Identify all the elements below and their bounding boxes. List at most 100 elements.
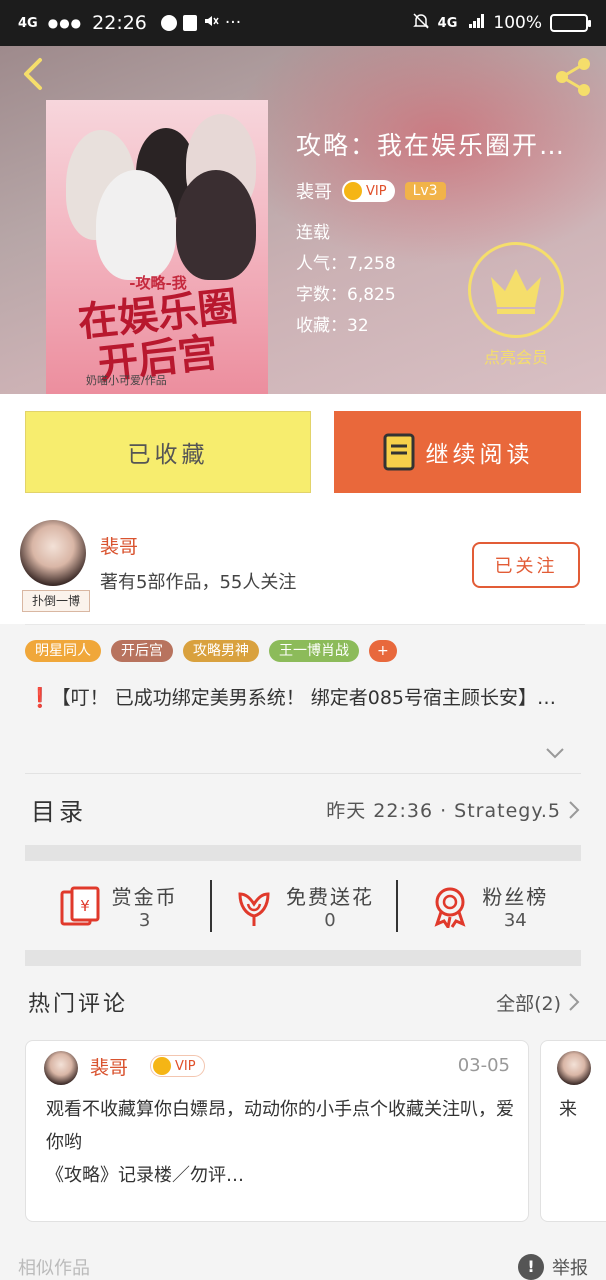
divider (25, 624, 585, 625)
catalog-title: 目录 (31, 798, 87, 826)
reward-coins-label: 赏金币 (111, 885, 178, 909)
favorites-row: 收藏：32 (296, 311, 396, 342)
comment-card[interactable]: 裴哥 VIP 03-05 观看不收藏算你白嫖昂，动动你的小手点个收藏关注叭，爱你… (25, 1040, 529, 1222)
book-summary[interactable]: ❗【叮！ 已成功绑定美男系统！ 绑定者085号宿主顾长安】… (28, 684, 584, 712)
exclamation-circle-icon: ! (518, 1254, 544, 1280)
signal-label: 4G (18, 15, 38, 31)
back-button[interactable] (14, 54, 54, 94)
level-badge: Lv3 (404, 182, 446, 200)
comment-date: 03-05 (457, 1055, 510, 1076)
app-notification-icon (160, 15, 177, 31)
section-separator (25, 845, 581, 861)
action-bar: 已收藏 继续阅读 (0, 394, 606, 512)
red-envelope-icon: ¥ (60, 886, 100, 926)
cover-title-art: -攻略-我 在娱乐圈 开后宫 (58, 272, 258, 388)
similar-works-title: 相似作品 (18, 1258, 90, 1279)
mute-icon (203, 13, 219, 34)
catalog-update: 昨天 22:36 · Strategy.5 (326, 800, 561, 822)
expand-summary-button[interactable] (544, 742, 566, 764)
svg-text:¥: ¥ (80, 897, 90, 915)
book-author-name[interactable]: 裴哥 (296, 178, 332, 204)
comment-text: 来 (559, 1099, 577, 1120)
stats-row: ¥ 赏金币 3 免费送花 0 粉丝榜 34 (25, 862, 581, 950)
continue-reading-label: 继续阅读 (425, 442, 534, 468)
share-button[interactable] (550, 54, 596, 100)
vip-promo-label: 点亮会员 (483, 348, 548, 367)
bottom-row: 相似作品 ! 举报 (18, 1254, 588, 1280)
signal-label-right: 4G (437, 15, 458, 31)
author-name[interactable]: 裴哥 (100, 532, 138, 559)
signal-dots-icon: ●●● (47, 16, 83, 30)
chevron-left-icon (24, 58, 42, 90)
fan-ranking-stat[interactable]: 粉丝榜 34 (395, 862, 581, 950)
tag-2[interactable]: 攻略男神 (183, 640, 259, 662)
crown-icon (491, 269, 541, 314)
commenter-avatar[interactable] (44, 1051, 78, 1085)
battery-icon (550, 14, 591, 32)
hot-comments-header: 热门评论 全部(2) (28, 974, 581, 1030)
follow-button[interactable]: 已关注 (472, 542, 580, 588)
free-flower-stat[interactable]: 免费送花 0 (210, 862, 395, 950)
vip-badge: VIP (342, 180, 395, 202)
collected-button[interactable]: 已收藏 (25, 411, 311, 493)
fan-ranking-value: 34 (503, 910, 527, 931)
book-cover[interactable]: -攻略-我 在娱乐圈 开后宫 奶喵小可爱/作品 (46, 100, 268, 394)
chevron-right-icon (569, 800, 580, 819)
chevron-right-icon[interactable] (567, 991, 581, 1013)
status-time: 22:26 (92, 12, 147, 34)
author-card: 扑倒一博 裴哥 著有5部作品，55人关注 已关注 (0, 512, 606, 624)
fan-ranking-label: 粉丝榜 (482, 885, 549, 909)
popularity-label: 人气： (296, 254, 347, 274)
continue-reading-button[interactable]: 继续阅读 (334, 411, 581, 493)
free-flower-label: 免费送花 (285, 885, 374, 909)
free-flower-value: 0 (324, 910, 336, 931)
share-icon (556, 58, 590, 96)
more-dots-icon: ··· (224, 13, 242, 33)
tag-3[interactable]: 王一博肖战 (269, 640, 359, 662)
avatar-tag: 扑倒一博 (22, 590, 90, 612)
battery-percent: 100% (493, 13, 542, 33)
cover-figure (176, 170, 256, 280)
reward-coins-value: 3 (138, 910, 151, 931)
crown-circle (468, 242, 564, 338)
medal-icon (434, 887, 466, 928)
word-count-value: 6,825 (347, 285, 396, 305)
book-title: 攻略：我在娱乐圈开… (296, 131, 567, 160)
signal-bars-icon (469, 13, 485, 33)
check-notification-icon (182, 15, 197, 31)
vip-label: VIP (175, 1058, 196, 1074)
reward-coins-stat[interactable]: ¥ 赏金币 3 (25, 862, 210, 950)
word-count-row: 字数：6,825 (296, 280, 396, 311)
catalog-row[interactable]: 目录 昨天 22:36 · Strategy.5 (25, 773, 581, 845)
commenter-name[interactable]: 裴哥 (90, 1053, 128, 1080)
vip-badge: VIP (150, 1055, 205, 1077)
comment-text: 观看不收藏算你白嫖昂，动动你的小手点个收藏关注叭，爱你哟 《攻略》记录楼／勿评… (46, 1099, 514, 1186)
report-button[interactable]: ! 举报 (518, 1254, 588, 1280)
book-meta: 连载 人气：7,258 字数：6,825 收藏：32 (296, 218, 396, 342)
chevron-down-icon (546, 748, 564, 759)
cover-figure (96, 170, 176, 280)
tag-row: 明星同人 开后宫 攻略男神 王一博肖战 + (25, 640, 397, 662)
favorites-label: 收藏： (296, 316, 347, 336)
add-tag-button[interactable]: + (369, 640, 397, 662)
cover-author-credit: 奶喵小可爱/作品 (86, 374, 167, 387)
comment-card[interactable]: 来 (540, 1040, 606, 1222)
vip-label: VIP (366, 183, 387, 199)
vip-promo-button[interactable]: 点亮会员 (466, 242, 566, 368)
commenter-avatar[interactable] (557, 1051, 591, 1085)
section-separator (25, 950, 581, 966)
exclamation-icon: ❗ (28, 687, 52, 709)
report-label: 举报 (552, 1258, 588, 1279)
alarm-off-icon (412, 12, 430, 35)
tag-1[interactable]: 开后宫 (111, 640, 173, 662)
author-stats: 著有5部作品，55人关注 (100, 572, 297, 593)
avatar[interactable] (20, 520, 86, 586)
popularity-row: 人气：7,258 (296, 249, 396, 280)
book-header: -攻略-我 在娱乐圈 开后宫 奶喵小可爱/作品 攻略：我在娱乐圈开… 裴哥 VI… (0, 46, 606, 394)
crown-icon (344, 182, 362, 200)
all-comments-link[interactable]: 全部(2) (496, 989, 561, 1016)
summary-text: 【叮！ 已成功绑定美男系统！ 绑定者085号宿主顾长安】… (51, 687, 557, 709)
hot-comments-title: 热门评论 (28, 992, 129, 1017)
book-status: 连载 (296, 223, 330, 243)
tag-0[interactable]: 明星同人 (25, 640, 101, 662)
